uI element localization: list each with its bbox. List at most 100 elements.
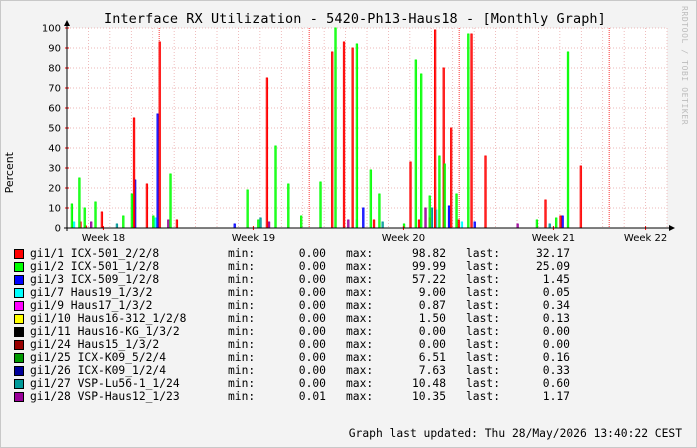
legend-min-label: min: [228,377,256,390]
legend-last-value: 0.34 [542,299,570,312]
legend-max-value: 10.48 [411,377,446,390]
series-spike [94,202,97,228]
series-spike [428,196,432,228]
legend-max-label: max: [346,351,374,364]
series-spike [555,218,558,228]
series-spike [152,216,155,228]
legend-min-value: 0.00 [298,273,326,286]
series-spike [355,44,359,228]
legend-max-label: max: [346,390,374,403]
legend-series-name: gi1/3 ICX-509_1/2/8 [30,273,160,286]
series-spike [334,28,337,228]
series-spike [548,224,552,228]
legend-max-value: 6.51 [418,351,446,364]
series-spike [158,42,162,228]
series-spike [467,34,470,228]
legend-max-value: 0.00 [418,325,446,338]
legend-last-label: last: [466,286,501,299]
series-spike [319,182,322,228]
y-tick-label: 90 [48,44,61,55]
series-spike [414,60,418,228]
legend-last-value: 0.13 [542,312,570,325]
legend-max-label: max: [346,260,374,273]
legend-min-label: min: [228,338,256,351]
legend-last-value: 32.17 [535,247,570,260]
legend-min-label: min: [228,286,256,299]
series-spike [70,204,74,228]
legend-min-label: min: [228,325,256,338]
x-tick-label: Week 21 [532,233,575,244]
legend-max-value: 1.50 [418,312,446,325]
series-spike [154,218,157,228]
legend-max-label: max: [346,312,374,325]
legend-max-value: 57.22 [411,273,446,286]
y-tick-label: 100 [42,24,61,35]
series-spike [535,220,539,228]
y-tick-label: 0 [55,224,61,235]
legend-min-value: 0.00 [298,338,326,351]
series-spike [83,208,87,228]
legend-series-name: gi1/2 ICX-501_1/2/8 [30,260,160,273]
legend-max-label: max: [346,325,374,338]
legend-series-name: gi1/1 ICX-501_2/2/8 [30,247,160,260]
legend-max-value: 99.99 [411,260,446,273]
legend-last-label: last: [466,247,501,260]
legend-last-value: 0.16 [542,351,570,364]
y-axis-arrow-icon [64,20,70,26]
legend-swatch [14,301,24,311]
legend-min-value: 0.00 [298,377,326,390]
series-spike [169,174,172,228]
legend-max-label: max: [346,273,374,286]
legend-swatch [14,340,24,350]
y-tick-label: 30 [48,164,61,175]
legend-max-label: max: [346,377,374,390]
legend-max-value: 7.63 [418,364,446,377]
series-spike [265,78,269,228]
legend-last-value: 0.60 [542,377,570,390]
series-spike [145,184,149,228]
legend-max-value: 0.00 [418,338,446,351]
legend-swatch [14,379,24,389]
legend-max-label: max: [346,364,374,377]
series-spike [267,222,271,228]
series-spike [484,156,487,228]
series-spike [457,220,460,228]
legend-min-label: min: [228,247,256,260]
y-tick-label: 70 [48,84,61,95]
series-spike [175,220,179,228]
series-spike [455,194,458,228]
legend-swatch [14,249,24,259]
series-spike [443,164,447,228]
legend-last-label: last: [466,377,501,390]
legend-min-value: 0.00 [298,247,326,260]
legend-series-name: gi1/25 ICX-K09_5/2/4 [30,351,167,364]
y-tick-label: 50 [48,124,61,135]
series-spike [130,194,134,228]
series-spike [257,220,260,228]
x-tick-label: Week 22 [624,233,667,244]
legend-last-label: last: [466,312,501,325]
series-spike [72,222,76,228]
legend-swatch [14,366,24,376]
legend-swatch [14,275,24,285]
legend-swatch [14,262,24,272]
series-spike [424,208,427,228]
series-spike [372,220,376,228]
legend-swatch [14,288,24,298]
series-spike [430,208,434,228]
series-spike [115,224,119,228]
series-spike [156,114,159,228]
legend-max-value: 0.87 [418,299,446,312]
legend-last-label: last: [466,351,501,364]
series-spike [287,184,290,228]
x-axis-arrow-icon [669,225,675,231]
legend-last-value: 1.45 [542,273,570,286]
legend-swatch [14,353,24,363]
legend-min-label: min: [228,364,256,377]
legend-last-label: last: [466,260,501,273]
legend-min-value: 0.00 [298,286,326,299]
legend-swatch [14,314,24,324]
legend-min-value: 0.00 [298,364,326,377]
y-tick-label: 10 [48,204,61,215]
series-spike [347,220,350,228]
